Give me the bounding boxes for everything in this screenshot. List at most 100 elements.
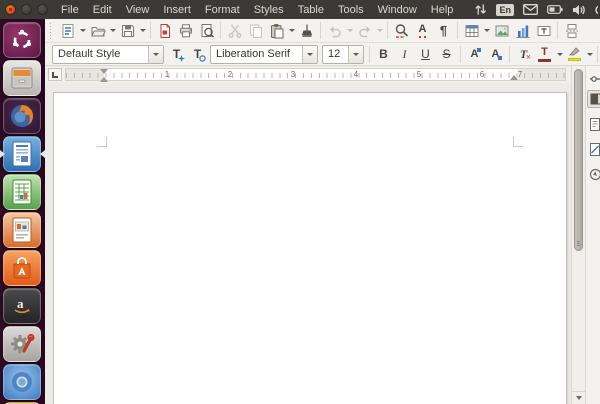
right-indent-marker[interactable]	[510, 75, 518, 80]
paste-icon[interactable]	[266, 21, 287, 41]
undo-icon	[324, 21, 345, 41]
clear-formatting-button[interactable]: T ×	[513, 44, 534, 64]
menu-help[interactable]: Help	[424, 2, 461, 18]
battery-icon[interactable]	[547, 5, 563, 14]
insert-page-break-icon[interactable]	[561, 21, 582, 41]
launcher-item-libreoffice-impress[interactable]	[3, 212, 41, 248]
vertical-scrollbar[interactable]	[571, 66, 585, 404]
font-size-dropdown[interactable]	[348, 46, 363, 63]
ruler-number: 7	[518, 70, 522, 79]
launcher-item-libreoffice-writer[interactable]	[3, 136, 41, 172]
save-icon[interactable]	[117, 21, 138, 41]
menu-edit[interactable]: Edit	[86, 2, 119, 18]
insert-table-dropdown[interactable]	[482, 21, 491, 41]
mail-icon[interactable]	[523, 4, 538, 15]
superscript-button[interactable]: A	[464, 44, 485, 64]
paragraph-style-dropdown[interactable]	[148, 46, 163, 63]
document-page[interactable]	[53, 92, 567, 404]
subscript-button[interactable]: A	[485, 44, 506, 64]
insert-chart-icon[interactable]	[512, 21, 533, 41]
keyboard-indicator[interactable]: En	[496, 4, 514, 16]
new-style-icon[interactable]: T	[187, 44, 208, 64]
volume-icon[interactable]	[572, 4, 585, 16]
clipped-icon[interactable]	[594, 4, 598, 16]
font-size-combo[interactable]: 12	[322, 45, 364, 64]
menu-insert[interactable]: Insert	[156, 2, 198, 18]
font-color-dropdown[interactable]	[555, 44, 564, 64]
sync-arrows-icon[interactable]	[474, 3, 487, 16]
launcher-item-chromium[interactable]	[3, 364, 41, 400]
font-name-combo[interactable]: Liberation Serif	[210, 45, 318, 64]
menu-table[interactable]: Table	[291, 2, 331, 18]
new-document-icon[interactable]	[57, 21, 78, 41]
unity-launcher: a	[0, 19, 45, 404]
insert-table-icon[interactable]	[461, 21, 482, 41]
ruler-row: 1 2 3 4 5 6 7	[45, 67, 571, 83]
menu-format[interactable]: Format	[198, 2, 247, 18]
insert-textbox-icon[interactable]	[533, 21, 554, 41]
find-replace-icon[interactable]	[391, 21, 412, 41]
minimize-button[interactable]	[21, 4, 32, 15]
sidebar-tab-page[interactable]	[589, 116, 600, 132]
standard-toolbar: A ¶	[45, 19, 600, 43]
strikethrough-button[interactable]: S	[436, 44, 457, 64]
print-preview-icon[interactable]	[196, 21, 217, 41]
underline-button[interactable]: U	[415, 44, 436, 64]
libreoffice-writer-window: File Edit View Insert Format Styles Tabl…	[0, 0, 600, 404]
sidebar-tab-styles[interactable]	[589, 141, 600, 157]
maximize-button[interactable]	[37, 4, 48, 15]
sidebar-tab-properties[interactable]	[587, 90, 600, 108]
menu-styles[interactable]: Styles	[247, 2, 291, 18]
launcher-item-system-settings[interactable]	[3, 326, 41, 362]
font-name-value: Liberation Serif	[211, 48, 302, 60]
menu-window[interactable]: Window	[371, 2, 424, 18]
left-indent-marker[interactable]	[100, 69, 109, 82]
ruler-number: 6	[480, 70, 484, 79]
launcher-item-firefox[interactable]	[3, 98, 41, 134]
toolbar-grip[interactable]	[48, 23, 55, 39]
print-icon[interactable]	[175, 21, 196, 41]
spelling-icon[interactable]: A	[412, 21, 433, 41]
highlight-color-dropdown[interactable]	[585, 44, 594, 64]
open-icon[interactable]	[87, 21, 108, 41]
focused-indicator-arrow	[40, 150, 45, 158]
tab-stop-selector[interactable]	[48, 68, 62, 81]
horizontal-ruler[interactable]: 1 2 3 4 5 6 7	[65, 68, 566, 81]
text-boundary-corner-top-right	[513, 137, 523, 147]
menubar: File Edit View Insert Format Styles Tabl…	[54, 2, 460, 18]
insert-image-icon[interactable]	[491, 21, 512, 41]
menu-view[interactable]: View	[119, 2, 157, 18]
sidebar-tab-navigator[interactable]	[589, 166, 600, 182]
clone-formatting-icon[interactable]	[296, 21, 317, 41]
formatting-marks-icon[interactable]: ¶	[433, 21, 454, 41]
launcher-item-ubuntu-dash[interactable]	[3, 22, 41, 58]
running-indicator-arrow	[0, 150, 5, 158]
scrollbar-down-button[interactable]	[572, 391, 585, 404]
open-dropdown[interactable]	[108, 21, 117, 41]
launcher-item-files[interactable]	[3, 60, 41, 96]
italic-button[interactable]: I	[394, 44, 415, 64]
save-dropdown[interactable]	[138, 21, 147, 41]
font-color-button[interactable]: T	[534, 44, 555, 64]
paragraph-style-combo[interactable]: Default Style	[52, 45, 164, 64]
paste-dropdown[interactable]	[287, 21, 296, 41]
menu-tools[interactable]: Tools	[331, 2, 371, 18]
ruler-number: 2	[228, 70, 232, 79]
new-document-dropdown[interactable]	[78, 21, 87, 41]
sidebar-tab-strip	[585, 66, 600, 404]
sidebar-settings-icon[interactable]	[589, 71, 600, 87]
launcher-item-amazon[interactable]: a	[3, 288, 41, 324]
launcher-item-libreoffice-calc[interactable]	[3, 174, 41, 210]
font-name-dropdown[interactable]	[302, 46, 317, 63]
scrollbar-thumb[interactable]	[574, 69, 583, 251]
ruler-number: 5	[417, 70, 421, 79]
bold-button[interactable]: B	[373, 44, 394, 64]
highlight-color-button[interactable]	[564, 44, 585, 64]
menu-file[interactable]: File	[54, 2, 86, 18]
ruler-number: 3	[291, 70, 295, 79]
close-button[interactable]	[5, 4, 16, 15]
cut-icon	[224, 21, 245, 41]
launcher-item-ubuntu-software[interactable]	[3, 250, 41, 286]
update-style-icon[interactable]: T	[166, 44, 187, 64]
export-pdf-icon[interactable]	[154, 21, 175, 41]
